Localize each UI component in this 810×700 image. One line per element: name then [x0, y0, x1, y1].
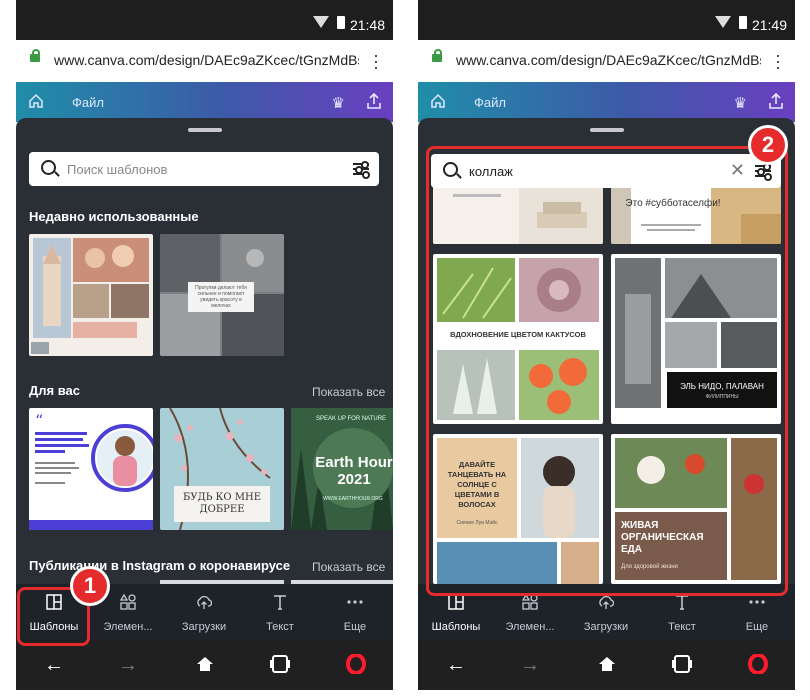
- wifi-icon: [313, 16, 329, 28]
- card-caption: БУДЬ КО МНЕ ДОБРЕЕ: [183, 492, 261, 515]
- nav-more[interactable]: Еще: [319, 584, 391, 640]
- system-navigation: ← →: [418, 640, 795, 690]
- card-caption: WWW.EARTHHOUR.ORG: [323, 496, 383, 502]
- foryou-template-1[interactable]: “: [29, 408, 153, 530]
- text-icon: [274, 595, 286, 610]
- browser-address-bar[interactable]: www.canva.com/design/DAEc9aZKcec/tGnzMdB…: [16, 40, 393, 82]
- nav-label: Текст: [266, 621, 294, 633]
- recent-template-1[interactable]: [29, 234, 153, 356]
- nav-label: Элемен...: [103, 621, 153, 633]
- step-badge-1: 1: [70, 566, 110, 606]
- results-highlight-frame: [426, 146, 788, 596]
- status-time: 21:48: [349, 17, 385, 33]
- uploads-icon: [197, 595, 212, 609]
- nav-label: Элемен...: [505, 621, 555, 633]
- card-caption: Earth Hour 2021: [315, 454, 393, 488]
- share-icon[interactable]: [767, 92, 785, 110]
- recent-template-2[interactable]: Прогулки делают тебя сильнее и помогают …: [160, 234, 284, 356]
- nav-label: Загрузки: [583, 621, 629, 633]
- search-input[interactable]: [65, 158, 319, 180]
- home-icon[interactable]: [28, 93, 44, 109]
- foryou-template-2[interactable]: БУДЬ КО МНЕ ДОБРЕЕ: [160, 408, 284, 530]
- svg-text:“: “: [35, 411, 43, 430]
- battery-icon: [337, 16, 345, 29]
- tabs-icon[interactable]: [270, 655, 290, 673]
- text-icon: [676, 595, 688, 610]
- elements-icon: [120, 594, 136, 610]
- system-navigation: ← →: [16, 640, 393, 690]
- nav-label: Текст: [668, 621, 696, 633]
- nav-label: Еще: [745, 621, 769, 633]
- back-arrow-icon[interactable]: ←: [446, 654, 466, 677]
- opera-icon[interactable]: [748, 654, 768, 674]
- home-icon[interactable]: [598, 656, 616, 672]
- crown-icon[interactable]: ♛: [734, 94, 747, 112]
- panel-drag-handle[interactable]: [188, 128, 222, 132]
- browser-address-bar[interactable]: www.canva.com/design/DAEc9aZKcec/tGnzMdB…: [418, 40, 795, 82]
- url-text[interactable]: www.canva.com/design/DAEc9aZKcec/tGnzMdB…: [456, 52, 761, 68]
- status-bar: 21:49: [418, 0, 795, 40]
- browser-menu-icon[interactable]: · · ·: [373, 46, 379, 76]
- home-icon[interactable]: [430, 93, 446, 109]
- uploads-icon: [599, 595, 614, 609]
- instagram-section-title: Публикации в Instagram о коронавирусе: [29, 558, 291, 573]
- filter-icon[interactable]: [353, 161, 370, 179]
- file-menu-button[interactable]: Файл: [72, 95, 104, 110]
- templates-icon: [448, 594, 464, 610]
- collage-preview-image: [31, 238, 149, 354]
- tabs-icon[interactable]: [672, 655, 692, 673]
- show-all-link[interactable]: Показать все: [312, 385, 385, 399]
- canva-toolbar: Файл ♛: [418, 82, 795, 122]
- home-icon[interactable]: [196, 656, 214, 672]
- nav-label: Шаблоны: [431, 621, 481, 633]
- more-icon: [347, 600, 363, 604]
- elements-icon: [522, 594, 538, 610]
- status-bar: 21:48: [16, 0, 393, 40]
- promo-preview-image: “: [29, 411, 153, 530]
- show-all-link[interactable]: Показать все: [312, 560, 385, 574]
- card-caption: Прогулки делают тебя сильнее и помогают …: [195, 285, 247, 309]
- step-badge-2: 2: [748, 125, 788, 165]
- lock-icon: [432, 49, 442, 62]
- share-icon[interactable]: [365, 92, 383, 110]
- opera-icon[interactable]: [346, 654, 366, 674]
- crown-icon[interactable]: ♛: [332, 94, 345, 112]
- file-menu-button[interactable]: Файл: [474, 95, 506, 110]
- search-box: [29, 152, 379, 186]
- more-icon: [749, 600, 765, 604]
- nav-label: Еще: [343, 621, 367, 633]
- card-caption: SPEAK UP FOR NATURE: [315, 416, 387, 422]
- nav-label: Загрузки: [181, 621, 227, 633]
- forward-arrow-icon[interactable]: →: [118, 654, 138, 677]
- browser-menu-icon[interactable]: · · ·: [775, 46, 781, 76]
- canva-toolbar: Файл ♛: [16, 82, 393, 122]
- battery-icon: [739, 16, 747, 29]
- nav-uploads[interactable]: Загрузки: [168, 584, 240, 640]
- lock-icon: [30, 49, 40, 62]
- nav-text[interactable]: Текст: [244, 584, 316, 640]
- foryou-template-3[interactable]: SPEAK UP FOR NATURE Earth Hour 2021 WWW.…: [291, 408, 393, 530]
- forward-arrow-icon[interactable]: →: [520, 654, 540, 677]
- status-time: 21:49: [751, 17, 787, 33]
- url-text[interactable]: www.canva.com/design/DAEc9aZKcec/tGnzMdB…: [54, 52, 359, 68]
- panel-drag-handle[interactable]: [590, 128, 624, 132]
- recent-section-title: Недавно использованные: [29, 209, 199, 224]
- back-arrow-icon[interactable]: ←: [44, 654, 64, 677]
- search-icon: [41, 160, 56, 175]
- wifi-icon: [715, 16, 731, 28]
- for-you-section-title: Для вас: [29, 383, 80, 398]
